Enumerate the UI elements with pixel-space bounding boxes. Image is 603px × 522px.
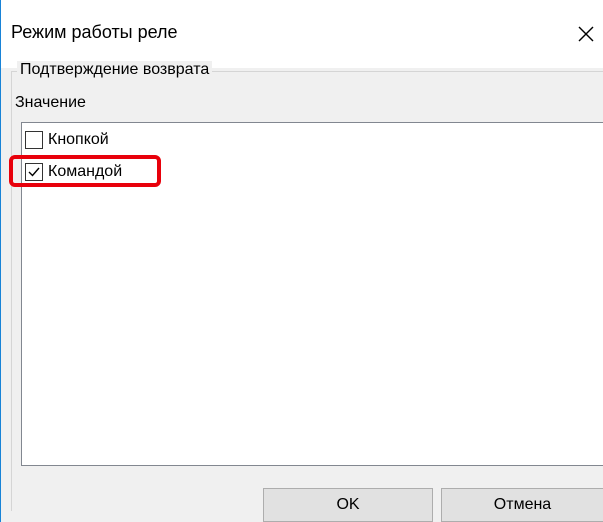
option-knopkoi[interactable]: Кнопкой xyxy=(25,129,109,151)
option-label: Кнопкой xyxy=(48,131,109,148)
option-label: Командой xyxy=(48,163,123,180)
dialog-window: Режим работы реле Подтверждение возврата… xyxy=(0,0,603,522)
title-bar: Режим работы реле xyxy=(1,0,603,68)
window-title: Режим работы реле xyxy=(11,22,178,42)
ok-button[interactable]: OK xyxy=(263,488,433,522)
value-label: Значение xyxy=(15,94,86,111)
close-icon xyxy=(578,26,594,42)
options-list[interactable]: Кнопкой Командой xyxy=(21,122,603,466)
option-komandoi[interactable]: Командой xyxy=(25,161,122,183)
cancel-button[interactable]: Отмена xyxy=(441,488,603,522)
checkbox-checked[interactable] xyxy=(25,163,43,181)
checkbox-unchecked[interactable] xyxy=(25,131,43,149)
close-button[interactable] xyxy=(569,18,603,50)
checkmark-icon xyxy=(28,167,40,177)
group-legend: Подтверждение возврата xyxy=(17,61,213,79)
